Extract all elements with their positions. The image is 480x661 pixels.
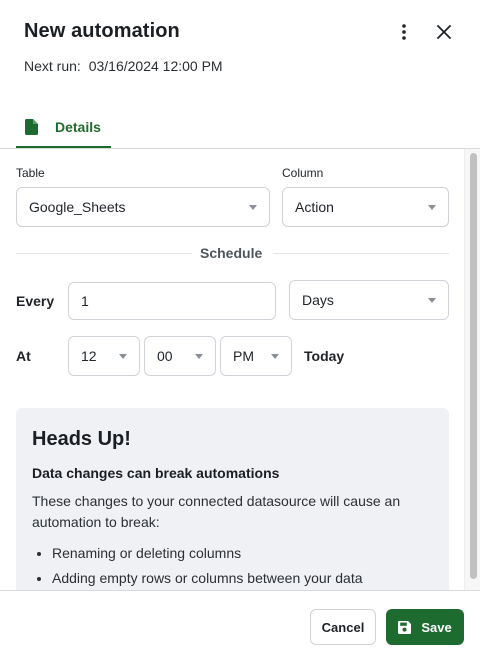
interval-unit-value: Days xyxy=(302,292,334,308)
scrollbar[interactable] xyxy=(464,149,480,590)
minute-value: 00 xyxy=(157,348,173,364)
close-button[interactable] xyxy=(432,20,456,44)
chevron-down-icon xyxy=(428,205,436,210)
column-label: Column xyxy=(282,166,324,180)
every-interval-input[interactable] xyxy=(68,282,276,320)
tab-bar: Details xyxy=(0,108,480,149)
alert-title: Heads Up! xyxy=(32,428,131,450)
next-run-label: Next run: xyxy=(24,58,81,74)
document-icon xyxy=(25,119,38,135)
save-button[interactable]: Save xyxy=(386,609,464,645)
next-run-value: 03/16/2024 12:00 PM xyxy=(88,58,223,74)
at-label: At xyxy=(16,348,31,364)
tab-details[interactable]: Details xyxy=(16,108,111,148)
scrollbar-thumb[interactable] xyxy=(470,153,477,579)
chevron-down-icon xyxy=(428,298,436,303)
schedule-divider-left xyxy=(16,253,192,254)
dialog-title: New automation xyxy=(24,20,180,42)
schedule-divider-right xyxy=(273,253,449,254)
column-select-value: Action xyxy=(295,199,334,215)
table-select[interactable]: Google_Sheets xyxy=(16,187,270,227)
day-value: Today xyxy=(304,348,345,364)
next-run-info: Next run: 03/16/2024 12:00 PM xyxy=(24,58,223,74)
chevron-down-icon xyxy=(195,354,203,359)
schedule-heading: Schedule xyxy=(200,245,263,261)
every-label: Every xyxy=(16,293,55,309)
chevron-down-icon xyxy=(119,354,127,359)
cancel-button[interactable]: Cancel xyxy=(310,609,376,645)
ampm-value: PM xyxy=(233,348,254,364)
tab-details-label: Details xyxy=(55,119,101,135)
list-item: Adding empty rows or columns between you… xyxy=(52,566,433,590)
list-item: Renaming or deleting columns xyxy=(52,541,433,566)
alert-body: These changes to your connected datasour… xyxy=(32,493,401,530)
table-label: Table xyxy=(16,166,45,180)
hour-select[interactable]: 12 xyxy=(68,336,140,376)
alert-subtitle: Data changes can break automations xyxy=(32,465,280,481)
save-button-label: Save xyxy=(421,619,452,635)
minute-select[interactable]: 00 xyxy=(144,336,216,376)
dialog-header: New automation Next run: 03/16/2024 12:0… xyxy=(0,0,480,100)
dialog-footer: Cancel Save xyxy=(0,590,480,661)
hour-value: 12 xyxy=(81,348,97,364)
table-select-value: Google_Sheets xyxy=(29,199,126,215)
close-icon xyxy=(437,25,451,39)
chevron-down-icon xyxy=(271,354,279,359)
heads-up-alert: Heads Up! Data changes can break automat… xyxy=(16,408,449,590)
floppy-disk-icon xyxy=(398,620,412,634)
details-panel: Table Google_Sheets Column Action Schedu… xyxy=(0,149,464,590)
interval-unit-select[interactable]: Days xyxy=(289,280,449,320)
alert-list: Renaming or deleting columns Adding empt… xyxy=(32,541,433,590)
column-select[interactable]: Action xyxy=(282,187,449,227)
ampm-select[interactable]: PM xyxy=(220,336,292,376)
chevron-down-icon xyxy=(249,205,257,210)
more-options-button[interactable] xyxy=(392,20,416,44)
kebab-vertical-icon xyxy=(402,24,406,40)
